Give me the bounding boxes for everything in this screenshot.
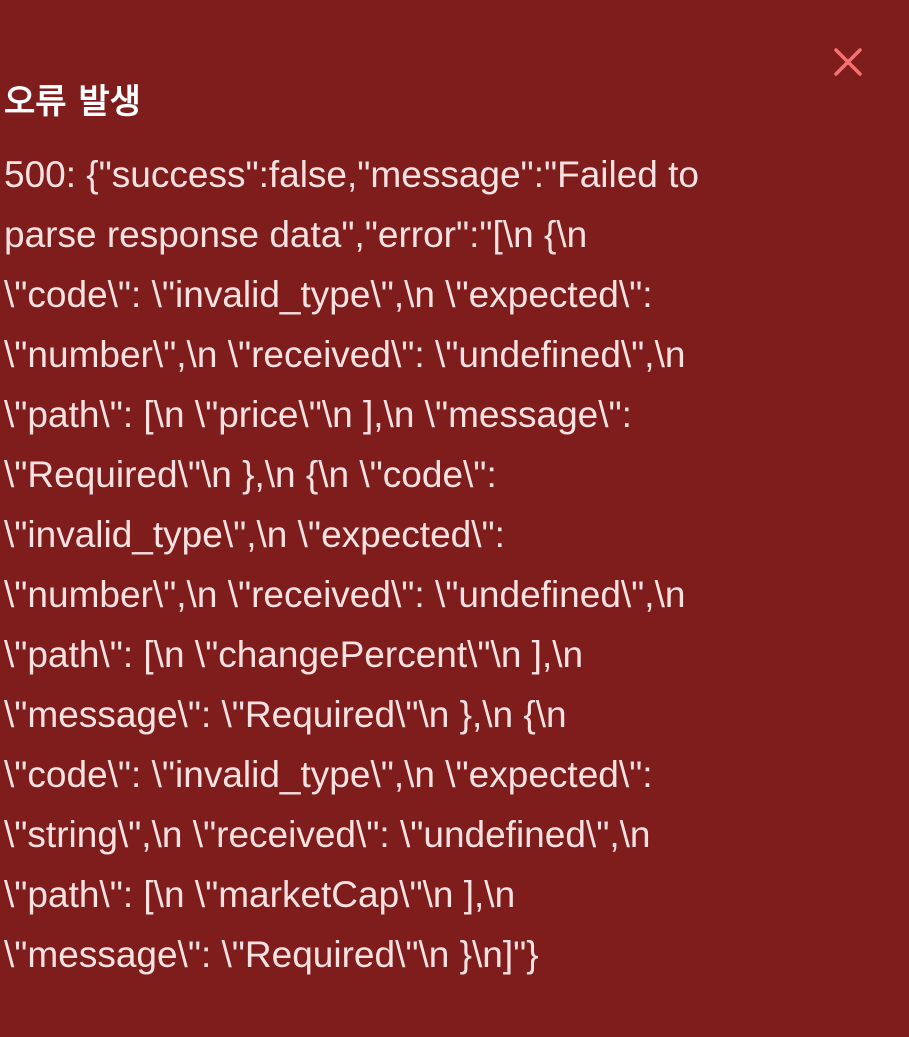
error-message-line: \"path\": [\n \"price\"\n ],\n \"message…	[4, 394, 632, 435]
error-message-line: \"message\": \"Required\"\n }\n]"}	[4, 934, 539, 975]
close-button[interactable]	[826, 40, 870, 84]
error-message: 500: {"success":false,"message":"Failed …	[4, 145, 844, 985]
error-message-line: \"number\",\n \"received\": \"undefined\…	[4, 574, 686, 615]
error-message-line: \"invalid_type\",\n \"expected\":	[4, 514, 505, 555]
error-message-line: parse response data","error":"[\n {\n	[4, 214, 588, 255]
error-message-line: \"path\": [\n \"changePercent\"\n ],\n	[4, 634, 584, 675]
error-message-line: \"string\",\n \"received\": \"undefined\…	[4, 814, 651, 855]
error-message-line: 500: {"success":false,"message":"Failed …	[4, 154, 700, 195]
close-icon	[834, 48, 862, 76]
error-toast: 오류 발생 500: {"success":false,"message":"F…	[0, 0, 909, 1037]
toast-title: 오류 발생	[4, 82, 141, 122]
error-message-line: \"number\",\n \"received\": \"undefined\…	[4, 334, 686, 375]
error-message-line: \"code\": \"invalid_type\",\n \"expected…	[4, 274, 653, 315]
error-message-line: \"Required\"\n },\n {\n \"code\":	[4, 454, 497, 495]
error-message-line: \"path\": [\n \"marketCap\"\n ],\n	[4, 874, 516, 915]
error-message-line: \"code\": \"invalid_type\",\n \"expected…	[4, 754, 653, 795]
error-message-line: \"message\": \"Required\"\n },\n {\n	[4, 694, 567, 735]
